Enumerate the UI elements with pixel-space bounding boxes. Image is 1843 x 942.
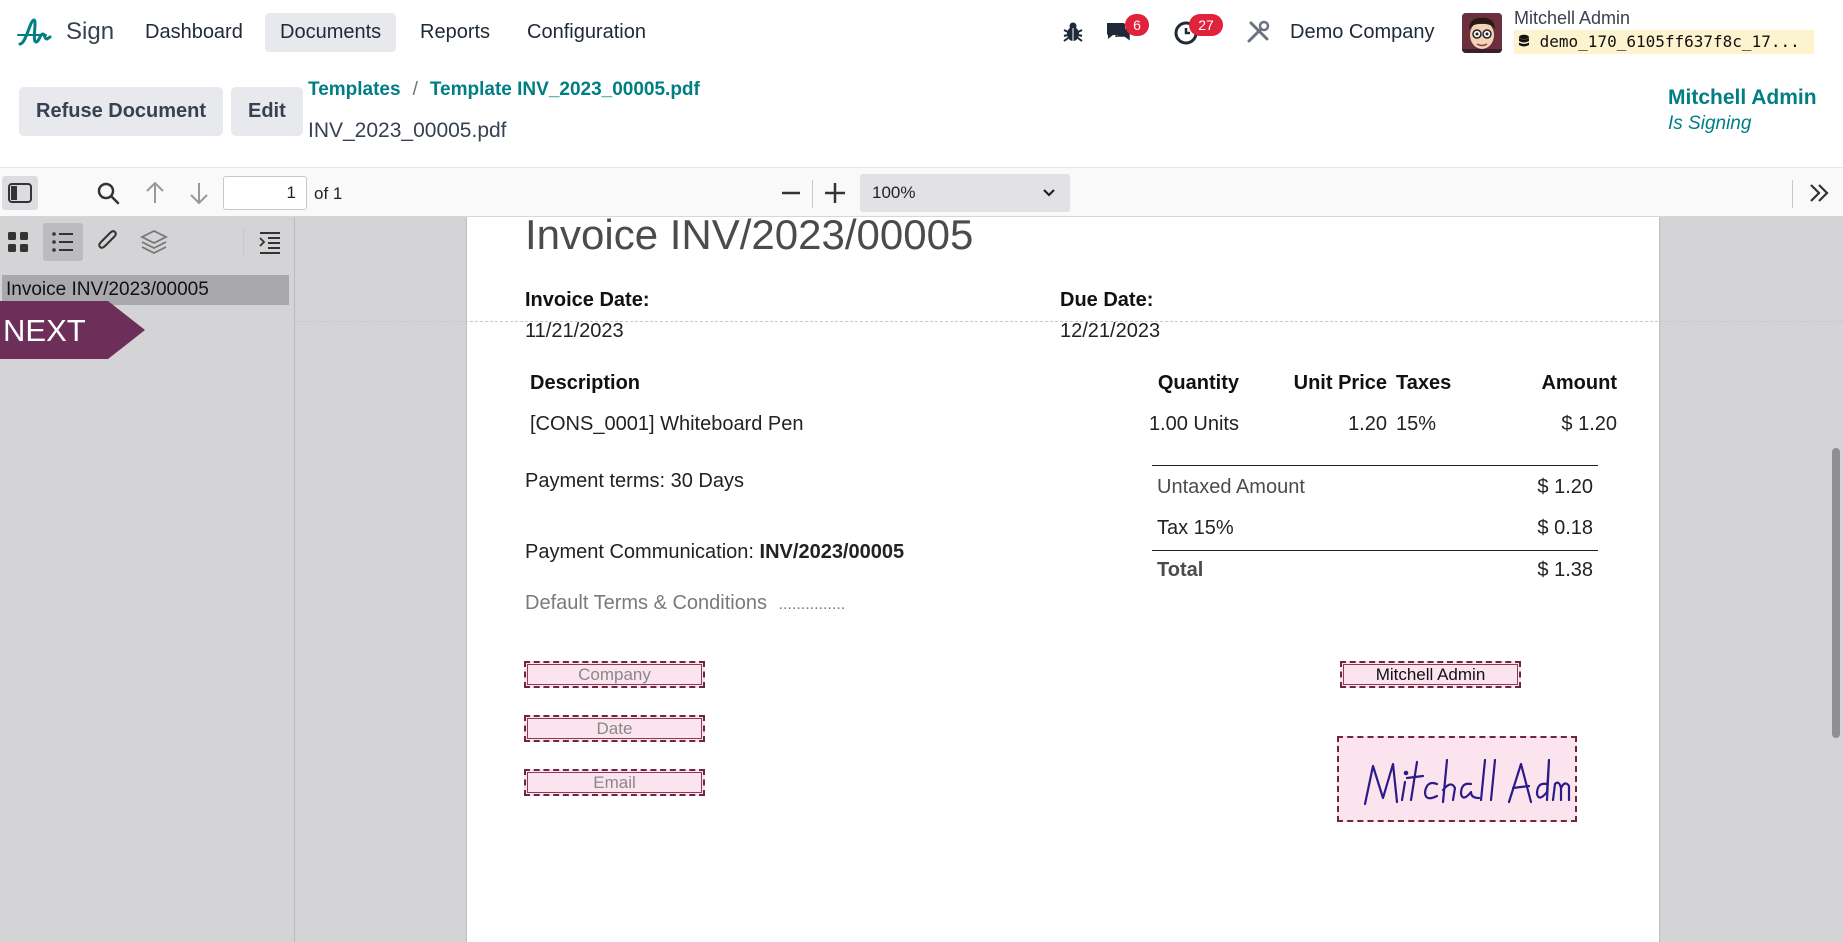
- terms-conditions: Default Terms & Conditions .............…: [525, 592, 845, 615]
- tax-value: $ 0.18: [1537, 517, 1593, 539]
- payment-communication-value: INV/2023/00005: [759, 541, 905, 563]
- tools-icon[interactable]: [1244, 18, 1272, 46]
- zoom-select[interactable]: 100%: [860, 174, 1070, 212]
- next-page-icon[interactable]: [184, 178, 214, 208]
- outline-options-icon: [259, 232, 280, 254]
- next-signature-flag[interactable]: NEXT: [0, 301, 145, 359]
- total-value: $ 1.38: [1537, 559, 1593, 581]
- debug-bug-icon[interactable]: [1059, 18, 1087, 46]
- zoom-value: 100%: [872, 183, 916, 202]
- column-description: Description: [530, 372, 641, 394]
- tax-label: Tax 15%: [1157, 517, 1234, 539]
- company-switcher[interactable]: Demo Company: [1290, 21, 1435, 44]
- pdf-page: Invoice INV/2023/00005 Invoice Date: 11/…: [467, 217, 1659, 942]
- list-icon: [52, 232, 73, 252]
- column-unit-price: Unit Price: [1293, 372, 1387, 394]
- main-navbar: Sign Dashboard Documents Reports Configu…: [0, 0, 1843, 66]
- date-field[interactable]: Date: [524, 715, 705, 742]
- email-field[interactable]: Email: [524, 769, 705, 796]
- signer-name: Mitchell Admin: [1668, 86, 1817, 109]
- zoom-out-icon[interactable]: [776, 178, 806, 208]
- database-tag: demo_170_6105ff637f8c_17...: [1514, 30, 1814, 54]
- menu-dashboard[interactable]: Dashboard: [130, 13, 258, 52]
- page-count: of 1: [314, 184, 343, 203]
- user-avatar[interactable]: [1462, 13, 1502, 53]
- line-description: [CONS_0001] Whiteboard Pen: [530, 413, 804, 435]
- activities-badge: 27: [1189, 14, 1223, 36]
- sidebar-divider: [243, 228, 244, 256]
- page-title: INV_2023_00005.pdf: [308, 119, 507, 142]
- breadcrumb-template[interactable]: Template INV_2023_00005.pdf: [430, 79, 700, 100]
- database-icon: [1519, 34, 1529, 47]
- handwritten-signature: [1363, 758, 1571, 806]
- pdf-viewer: Invoice INV/2023/00005 Invoice Date: 11/…: [295, 217, 1843, 942]
- invoice-date-value: 11/21/2023: [525, 320, 624, 342]
- untaxed-amount-label: Untaxed Amount: [1157, 476, 1305, 498]
- pdf-toolbar: 1 of 1 100%: [0, 167, 1843, 217]
- total-label: Total: [1157, 559, 1204, 581]
- refuse-document-button[interactable]: Refuse Document: [19, 87, 224, 136]
- next-label: NEXT: [3, 313, 86, 348]
- breadcrumb: Templates / Template INV_2023_00005.pdf: [308, 79, 700, 101]
- column-quantity: Quantity: [1157, 372, 1239, 394]
- tools-menu-chevrons-icon[interactable]: [1804, 178, 1834, 208]
- terms-label: Default Terms & Conditions: [525, 592, 767, 614]
- database-name: demo_170_6105ff637f8c_17...: [1539, 32, 1800, 51]
- app-name[interactable]: Sign: [66, 18, 114, 46]
- outline-button[interactable]: [43, 223, 83, 261]
- terms-dots: ...............: [778, 596, 846, 613]
- due-date-label: Due Date:: [1060, 289, 1154, 311]
- layers-icon: [139, 229, 169, 255]
- chevron-down-icon: [1043, 189, 1055, 197]
- line-taxes: 15%: [1396, 413, 1437, 435]
- messages-badge: 6: [1125, 14, 1149, 36]
- edit-button[interactable]: Edit: [231, 87, 303, 136]
- payment-communication-label: Payment Communication:: [525, 541, 754, 563]
- line-unit-price: 1.20: [1348, 413, 1387, 435]
- thumbnails-button[interactable]: [0, 223, 40, 261]
- page-break-guide: [295, 321, 1843, 322]
- name-field[interactable]: Mitchell Admin: [1340, 661, 1521, 688]
- toolbar-divider: [812, 180, 813, 208]
- toolbar-divider: [1792, 180, 1793, 208]
- sidebar-toolbar: [0, 217, 294, 267]
- page-number-input[interactable]: 1: [223, 176, 307, 210]
- breadcrumb-templates[interactable]: Templates: [308, 79, 401, 100]
- line-amount: $ 1.20: [1561, 413, 1617, 435]
- company-field[interactable]: Company: [524, 661, 705, 688]
- viewer-scrollbar[interactable]: [1832, 448, 1840, 738]
- sign-app-logo-icon[interactable]: [16, 14, 52, 50]
- attachments-button[interactable]: [88, 223, 128, 261]
- layers-button[interactable]: [134, 223, 174, 261]
- untaxed-amount-value: $ 1.20: [1537, 476, 1593, 498]
- line-quantity: 1.00 Units: [1148, 413, 1239, 435]
- signature-field[interactable]: [1337, 736, 1577, 822]
- payment-communication: Payment Communication: INV/2023/00005: [525, 541, 904, 564]
- search-icon[interactable]: [93, 178, 123, 208]
- column-amount: Amount: [1541, 372, 1617, 394]
- zoom-in-icon[interactable]: [820, 178, 850, 208]
- outline-options-button[interactable]: [250, 223, 290, 261]
- signer-status: Is Signing: [1668, 113, 1752, 134]
- due-date-value: 12/21/2023: [1060, 320, 1161, 342]
- menu-reports[interactable]: Reports: [405, 13, 505, 52]
- breadcrumb-separator: /: [412, 79, 418, 100]
- payment-terms: Payment terms: 30 Days: [525, 470, 744, 492]
- totals-bottom-rule: [1152, 550, 1598, 551]
- sidebar-toggle-icon: [8, 183, 32, 203]
- sidebar-toggle-button[interactable]: [2, 176, 38, 210]
- invoice-title: Invoice INV/2023/00005: [525, 217, 974, 258]
- menu-documents[interactable]: Documents: [265, 13, 397, 52]
- menu-configuration[interactable]: Configuration: [512, 13, 661, 52]
- invoice-date-label: Invoice Date:: [525, 289, 650, 311]
- grid-icon: [8, 232, 28, 252]
- totals-top-rule: [1152, 465, 1598, 466]
- paperclip-icon: [98, 230, 117, 249]
- user-name[interactable]: Mitchell Admin: [1514, 8, 1630, 29]
- previous-page-icon[interactable]: [140, 178, 170, 208]
- column-taxes: Taxes: [1396, 372, 1452, 394]
